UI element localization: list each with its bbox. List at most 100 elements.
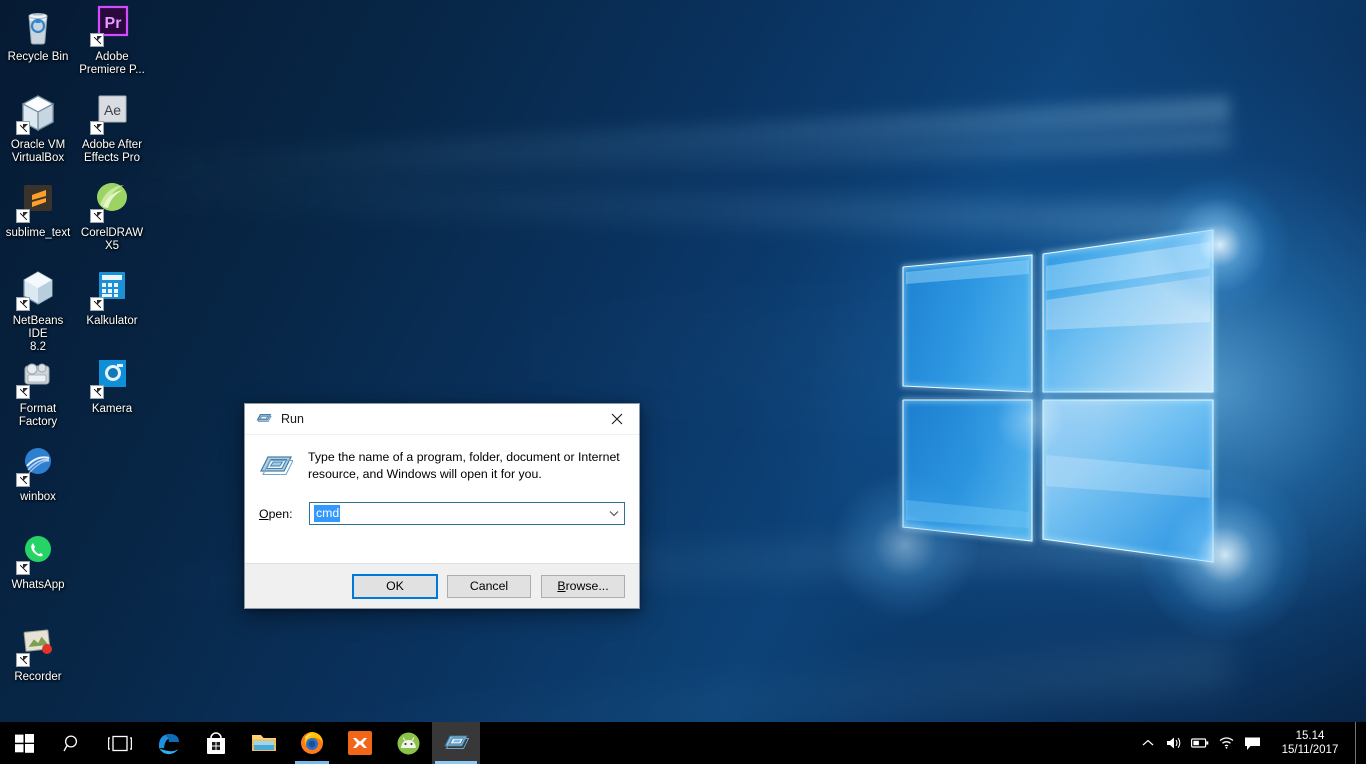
taskbar[interactable]: 15.14 15/11/2017 — [0, 722, 1366, 764]
taskbar-pinned-apps — [144, 722, 480, 764]
run-dialog-body: Type the name of a program, folder, docu… — [245, 435, 639, 565]
file-explorer-icon — [252, 735, 276, 751]
desktop-icon-whatsapp[interactable]: WhatsApp — [2, 532, 74, 592]
desktop-icon-oracle-vm-virtualbox[interactable]: Oracle VM VirtualBox — [2, 92, 74, 165]
svg-text:Ae: Ae — [104, 102, 121, 118]
battery-button[interactable] — [1187, 722, 1213, 764]
desktop-icon-label: NetBeans IDE 8.2 — [12, 315, 64, 353]
shortcut-overlay-icon — [16, 561, 30, 575]
open-combobox[interactable]: cmd — [309, 502, 625, 525]
taskbar-app-microsoft-edge[interactable] — [144, 722, 192, 764]
shortcut-overlay-icon — [90, 121, 104, 135]
volume-button[interactable] — [1161, 722, 1187, 764]
run-large-icon — [259, 456, 293, 476]
taskbar-app-file-explorer[interactable] — [240, 722, 288, 764]
task-view-icon — [108, 735, 132, 751]
taskbar-app-xampp[interactable] — [336, 722, 384, 764]
desktop-icon-label: winbox — [20, 491, 56, 503]
close-icon[interactable] — [594, 404, 639, 434]
taskbar-clock[interactable]: 15.14 15/11/2017 — [1265, 722, 1355, 764]
shortcut-overlay-icon — [90, 33, 104, 47]
firefox-icon — [301, 732, 323, 754]
run-dialog-prompt: Type the name of a program, folder, docu… — [308, 450, 620, 481]
desktop[interactable]: Recycle Bin Pr Adobe Premiere P... Oracl… — [0, 0, 1366, 764]
desktop-icon-sublime-text[interactable]: sublime_text — [2, 180, 74, 240]
desktop-icon-label: Format Factory — [18, 403, 58, 428]
desktop-icon-label: Kalkulator — [86, 315, 138, 327]
windows-logo-icon — [14, 733, 34, 753]
cancel-button[interactable]: Cancel — [447, 574, 531, 598]
desktop-icon-label: Recycle Bin — [7, 51, 69, 63]
shortcut-overlay-icon — [16, 653, 30, 667]
calculator-icon — [90, 268, 134, 312]
start-button[interactable] — [0, 722, 48, 764]
action-center-button[interactable] — [1239, 722, 1265, 764]
task-view-button[interactable] — [96, 722, 144, 764]
svg-text:Pr: Pr — [105, 15, 122, 32]
open-field-label: Open: — [259, 506, 293, 521]
desktop-icon-coreldraw-x5[interactable]: CorelDRAW X5 — [76, 180, 148, 253]
shortcut-overlay-icon — [90, 209, 104, 223]
desktop-icon-format-factory[interactable]: Format Factory — [2, 356, 74, 429]
chevron-down-icon[interactable] — [604, 504, 623, 523]
run-dialog-footer: OK Cancel Browse... — [245, 563, 639, 608]
taskbar-app-mozilla-firefox[interactable] — [288, 722, 336, 764]
virtualbox-icon — [16, 92, 60, 136]
desktop-icon-recycle-bin[interactable]: Recycle Bin — [2, 4, 74, 64]
desktop-icon-kamera[interactable]: Kamera — [76, 356, 148, 416]
desktop-icon-label: Kamera — [91, 403, 133, 415]
shortcut-overlay-icon — [16, 473, 30, 487]
browse-button[interactable]: Browse... — [541, 574, 625, 598]
speech-bubble-icon — [1244, 737, 1260, 750]
desktop-icon-label: sublime_text — [5, 227, 71, 239]
desktop-icon-winbox[interactable]: winbox — [2, 444, 74, 504]
whatsapp-icon — [16, 532, 60, 576]
run-dialog[interactable]: Run Type the name of a program, folder, … — [244, 403, 640, 609]
recorder-icon — [16, 624, 60, 668]
sublime-text-icon — [16, 180, 60, 224]
ok-button[interactable]: OK — [352, 573, 438, 599]
taskbar-app-android-studio[interactable] — [384, 722, 432, 764]
clock-date: 15/11/2017 — [1281, 744, 1339, 756]
netbeans-icon — [16, 268, 60, 312]
desktop-icon-adobe-after-effects[interactable]: Ae Adobe After Effects Pro — [76, 92, 148, 165]
shortcut-overlay-icon — [16, 385, 30, 399]
desktop-icon-netbeans-ide[interactable]: NetBeans IDE 8.2 — [2, 268, 74, 354]
search-icon — [62, 734, 77, 751]
taskbar-app-microsoft-store[interactable] — [192, 722, 240, 764]
edge-icon — [158, 734, 179, 755]
system-tray: 15.14 15/11/2017 — [1135, 722, 1366, 764]
store-icon — [207, 732, 225, 754]
coreldraw-icon — [90, 180, 134, 224]
network-button[interactable] — [1213, 722, 1239, 764]
taskbar-app-run-window[interactable] — [432, 722, 480, 764]
camera-icon — [90, 356, 134, 400]
recycle-bin-icon — [16, 4, 60, 48]
run-window-icon — [444, 735, 469, 749]
desktop-icon-label: Adobe Premiere P... — [79, 51, 145, 76]
shortcut-overlay-icon — [90, 297, 104, 311]
desktop-icon-label: Oracle VM VirtualBox — [10, 139, 66, 164]
desktop-icon-recorder[interactable]: Recorder — [2, 624, 74, 684]
run-dialog-titlebar[interactable]: Run — [245, 404, 639, 435]
search-button[interactable] — [48, 722, 96, 764]
desktop-icon-label: WhatsApp — [11, 579, 65, 591]
speaker-icon — [1167, 737, 1181, 749]
desktop-icon-adobe-premiere-pro[interactable]: Pr Adobe Premiere P... — [76, 4, 148, 77]
desktop-wallpaper — [0, 0, 1366, 764]
wifi-icon — [1219, 737, 1233, 749]
run-window-icon — [256, 414, 272, 423]
xampp-icon — [348, 731, 372, 755]
desktop-icon-label: CorelDRAW X5 — [80, 227, 144, 252]
desktop-icon-label: Adobe After Effects Pro — [81, 139, 143, 164]
battery-icon — [1191, 738, 1209, 748]
show-desktop-button[interactable] — [1355, 722, 1364, 764]
open-input-value[interactable]: cmd — [314, 505, 341, 522]
shortcut-overlay-icon — [16, 209, 30, 223]
shortcut-overlay-icon — [90, 385, 104, 399]
shortcut-overlay-icon — [16, 297, 30, 311]
chevron-up-icon — [1142, 739, 1154, 746]
desktop-icon-kalkulator[interactable]: Kalkulator — [76, 268, 148, 328]
show-hidden-icons-button[interactable] — [1135, 722, 1161, 764]
premiere-pro-icon: Pr — [90, 4, 134, 48]
